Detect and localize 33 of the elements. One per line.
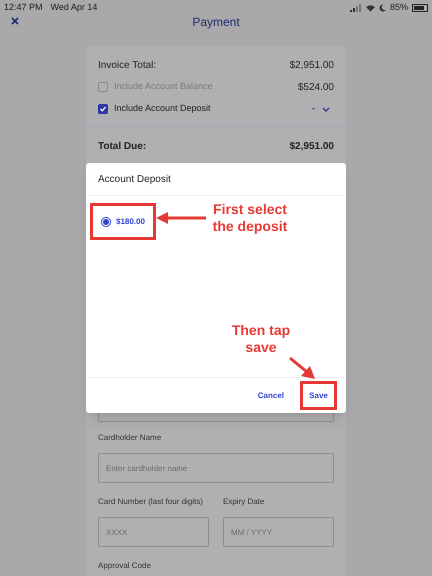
save-button[interactable]: Save [300, 381, 337, 410]
status-date: Wed Apr 14 [50, 1, 98, 14]
radio-option[interactable]: $180.00 [90, 203, 156, 240]
field-label: Cardholder Name [98, 432, 162, 444]
option-value: - [312, 102, 315, 116]
input-field[interactable]: MM / YYYY [223, 517, 334, 547]
arrow-icon [156, 212, 206, 224]
chevron-down-icon[interactable] [322, 106, 330, 112]
summary-value: $2,951.00 [290, 140, 334, 154]
arrow-icon [288, 356, 316, 380]
summary-value: $2,951.00 [290, 58, 334, 72]
battery-percent: 85% [390, 1, 408, 14]
option-value: $524.00 [298, 80, 334, 94]
summary-label: Invoice Total: [98, 58, 156, 72]
battery-icon [412, 4, 428, 12]
status-icons [350, 4, 386, 12]
annotation-text: First select the deposit [212, 201, 288, 235]
summary-label: Total Due: [98, 140, 146, 154]
annotation-text: Then tap save [230, 322, 292, 356]
field-label: Approval Code [98, 560, 152, 572]
input-field[interactable]: Enter cardholder name [98, 453, 334, 483]
field-label: Expiry Date [223, 496, 266, 508]
page-title: Payment [192, 14, 240, 31]
cancel-button[interactable]: Cancel [246, 390, 296, 402]
checkbox[interactable] [98, 82, 108, 92]
modal-title: Account Deposit [98, 172, 171, 186]
option-label: Include Account Deposit [114, 102, 211, 116]
checkbox[interactable] [98, 104, 108, 114]
status-time: 12:47 PM [4, 1, 43, 14]
input-field[interactable]: XXXX [98, 517, 209, 547]
close-icon[interactable] [9, 15, 21, 27]
radio-button[interactable] [101, 216, 111, 226]
field-label: Card Number (last four digits) [98, 496, 204, 508]
